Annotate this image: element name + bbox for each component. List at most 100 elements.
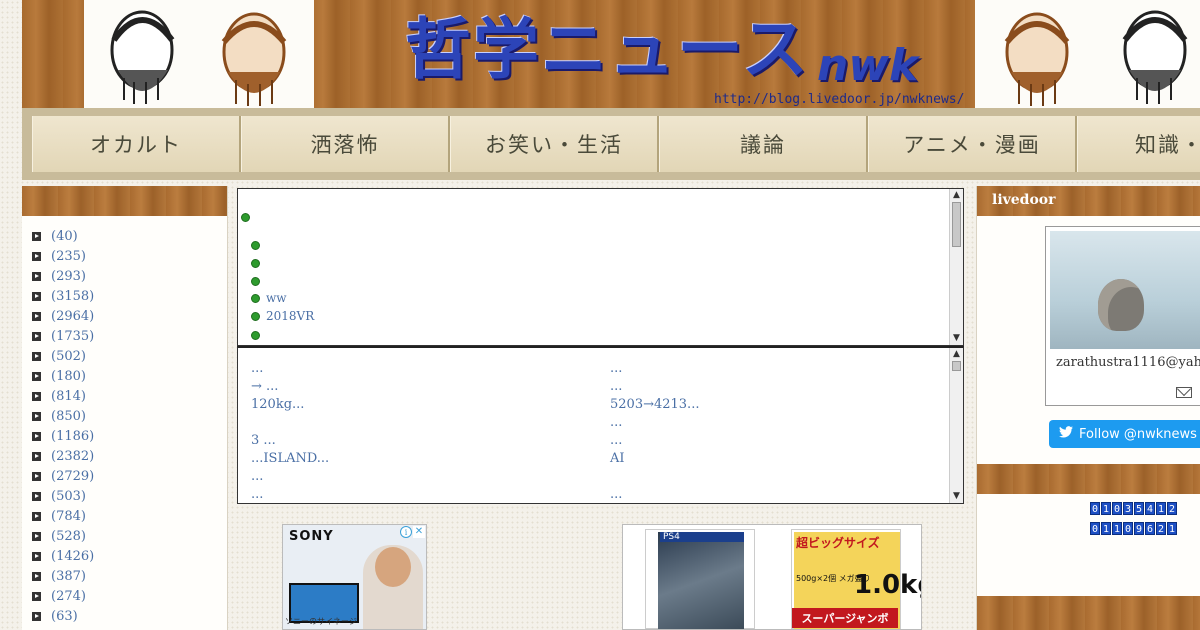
category-link[interactable]: (180) [51, 369, 86, 384]
related-link[interactable]: 3 ... [251, 433, 276, 448]
nav-item-sharekowa[interactable]: 洒落怖 [241, 116, 450, 172]
category-link[interactable]: (2729) [51, 469, 94, 484]
feed-item[interactable]: ww [251, 290, 287, 306]
related-link[interactable]: ... [610, 487, 622, 502]
philosopher-busts-right [975, 0, 1200, 108]
scroll-down-icon[interactable]: ▼ [950, 490, 963, 503]
scroll-down-icon[interactable]: ▼ [950, 332, 963, 345]
links-scrollbar[interactable]: ▲ ▼ [949, 348, 963, 503]
category-item[interactable]: (1186) [32, 426, 227, 446]
category-item[interactable]: (784) [32, 506, 227, 526]
counter-digit: 1 [1156, 502, 1166, 515]
category-link[interactable]: (1735) [51, 329, 94, 344]
category-link[interactable]: (2964) [51, 309, 94, 324]
ad-close-icon[interactable]: ✕ [413, 526, 425, 538]
feed-scrollbar[interactable]: ▲ ▼ [949, 189, 963, 345]
category-item[interactable]: (814) [32, 386, 227, 406]
category-item[interactable]: (503) [32, 486, 227, 506]
product-game[interactable]: PS4 [645, 529, 755, 629]
category-item[interactable]: (1735) [32, 326, 227, 346]
recent-feed-box[interactable]: ww 2018VR ▲ ▼ [237, 188, 964, 346]
site-url[interactable]: http://blog.livedoor.jp/nwknews/ [714, 92, 964, 107]
play-bullet-icon [32, 551, 41, 561]
sony-ad-banner[interactable]: SONY i ✕ ソニーのサイネージ [282, 524, 427, 630]
nav-item-comedy-life[interactable]: お笑い・生活 [450, 116, 659, 172]
category-link[interactable]: (814) [51, 389, 86, 404]
feed-item[interactable] [251, 237, 266, 253]
category-item[interactable]: (387) [32, 566, 227, 586]
category-link[interactable]: (850) [51, 409, 86, 424]
counter-digit: 1 [1101, 522, 1111, 535]
related-link[interactable]: → ... [251, 379, 278, 394]
category-item[interactable]: (235) [32, 246, 227, 266]
scroll-up-icon[interactable]: ▲ [950, 348, 963, 361]
category-item[interactable]: (180) [32, 366, 227, 386]
category-item[interactable]: (1426) [32, 546, 227, 566]
twitter-follow-button[interactable]: Follow @nwknews [1049, 420, 1200, 448]
nav-item-debate[interactable]: 議論 [659, 116, 868, 172]
category-link[interactable]: (528) [51, 529, 86, 544]
related-link[interactable]: ... [251, 361, 263, 376]
category-item[interactable]: (40) [32, 226, 227, 246]
category-item[interactable]: (2729) [32, 466, 227, 486]
related-links-box[interactable]: ... → ... 120kg... 3 ... ...ISLAND... ..… [237, 346, 964, 504]
play-bullet-icon [32, 391, 41, 401]
category-link[interactable]: (1426) [51, 549, 94, 564]
category-item[interactable]: (3158) [32, 286, 227, 306]
scroll-thumb[interactable] [952, 361, 961, 371]
feed-item[interactable]: 2018VR [251, 308, 314, 324]
site-subtitle[interactable]: nwk [817, 40, 918, 91]
feed-link[interactable]: 2018VR [266, 309, 314, 323]
related-link[interactable]: ... [610, 433, 622, 448]
play-bullet-icon [32, 471, 41, 481]
related-link[interactable]: ... [251, 469, 263, 484]
related-link[interactable]: ... [610, 379, 622, 394]
related-link[interactable]: ... [610, 415, 622, 430]
sony-logo: SONY [289, 529, 334, 544]
category-link[interactable]: (3158) [51, 289, 94, 304]
nav-item-anime-manga[interactable]: アニメ・漫画 [868, 116, 1077, 172]
category-item[interactable]: (2964) [32, 306, 227, 326]
category-link[interactable]: (1186) [51, 429, 94, 444]
play-bullet-icon [32, 311, 41, 321]
related-link[interactable]: 5203→4213... [610, 397, 699, 412]
related-link[interactable]: 120kg... [251, 397, 304, 412]
ad-info-icon[interactable]: i [400, 526, 412, 538]
category-link[interactable]: (502) [51, 349, 86, 364]
related-link[interactable]: ... [610, 361, 622, 376]
category-link[interactable]: (40) [51, 229, 78, 244]
category-link[interactable]: (503) [51, 489, 86, 504]
scroll-thumb[interactable] [952, 202, 961, 247]
mail-icon[interactable] [1176, 387, 1192, 398]
category-link[interactable]: (235) [51, 249, 86, 264]
category-item[interactable]: (850) [32, 406, 227, 426]
category-item[interactable]: (274) [32, 586, 227, 606]
category-item[interactable]: (502) [32, 346, 227, 366]
nav-item-occult[interactable]: オカルト [32, 116, 241, 172]
play-bullet-icon [32, 611, 41, 621]
feed-link[interactable]: ww [266, 291, 287, 305]
nav-item-knowledge[interactable]: 知識・雑 [1077, 116, 1200, 172]
category-link[interactable]: (274) [51, 589, 86, 604]
related-link[interactable]: AI [610, 451, 625, 466]
counter-digit: 6 [1145, 522, 1155, 535]
feed-item[interactable] [251, 327, 266, 343]
category-item[interactable]: (293) [32, 266, 227, 286]
category-link[interactable]: (63) [51, 609, 78, 624]
related-link[interactable]: ... [251, 487, 263, 502]
product-baumkuchen[interactable]: 超ビッグサイズ 500g×2個 メガ盛り 1.0kg スーパージャンボ [791, 529, 921, 629]
category-item[interactable]: (528) [32, 526, 227, 546]
product-ad-box[interactable]: PS4 超ビッグサイズ 500g×2個 メガ盛り 1.0kg スーパージャンボ [622, 524, 922, 630]
kitten-avatar[interactable] [1050, 231, 1200, 349]
category-item[interactable]: (2382) [32, 446, 227, 466]
feed-item[interactable] [251, 273, 266, 289]
scroll-up-icon[interactable]: ▲ [950, 189, 963, 202]
feed-item[interactable] [251, 255, 266, 271]
category-link[interactable]: (387) [51, 569, 86, 584]
category-link[interactable]: (293) [51, 269, 86, 284]
site-title[interactable]: 哲学ニュース [405, 10, 810, 90]
category-item[interactable]: (63) [32, 606, 227, 626]
related-link[interactable]: ...ISLAND... [251, 451, 329, 466]
category-link[interactable]: (784) [51, 509, 86, 524]
category-link[interactable]: (2382) [51, 449, 94, 464]
